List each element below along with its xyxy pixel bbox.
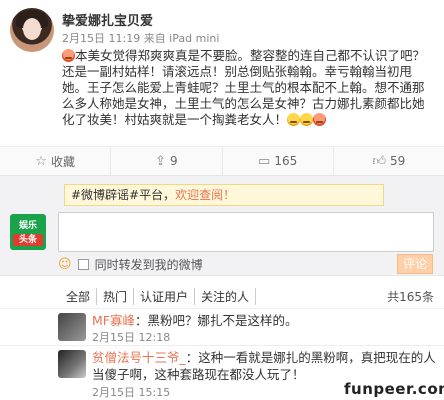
thumbs-up-icon: 👍︎: [372, 153, 387, 169]
post-content: 本美女觉得郑爽爽真是不要脸。整容整的连自己都不认识了吧？还是一副村姑样！请滚远点…: [62, 48, 434, 128]
commenter-name[interactable]: MF寡峰: [92, 313, 135, 328]
like-button[interactable]: 👍︎ 59: [334, 147, 444, 175]
filter-all[interactable]: 全部: [60, 287, 98, 305]
commenter-avatar[interactable]: [58, 350, 86, 378]
notice-text: #微博辟谣#平台，: [71, 188, 176, 202]
smiley-icon[interactable]: ☺: [58, 257, 72, 272]
brand-logo: 娱乐 头条: [10, 214, 46, 250]
comment-icon: ▭: [258, 153, 271, 169]
weibo-post: 挚爱娜扎宝贝爱 2月15日 11:19 来自 iPad mini 本美女觉得郑爽…: [0, 0, 444, 146]
comment-compose-area: #微博辟谣#平台，欢迎查阅！ 娱乐 头条 ☺ 同时转发到我的微博 评论: [0, 176, 444, 276]
like-count: 59: [390, 154, 406, 168]
comment-count: 165: [274, 154, 298, 168]
commenter-name[interactable]: 贫僧法号十三爷_: [92, 350, 186, 365]
user-avatar[interactable]: [10, 8, 54, 52]
repost-count: 9: [170, 154, 178, 168]
filter-hot[interactable]: 热门: [97, 287, 135, 305]
repost-button[interactable]: ⇪ 9: [111, 147, 223, 175]
comment-options: ☺ 同时转发到我的微博: [58, 256, 203, 273]
site-watermark: funpeer.com: [342, 380, 444, 398]
repost-checkbox[interactable]: [77, 259, 89, 270]
comment-body: MF寡峰：黑粉吧？娜扎不是这样的。: [92, 312, 436, 329]
angry-emoji-icon: [62, 49, 75, 62]
rumor-notice: #微博辟谣#平台，欢迎查阅！: [64, 184, 384, 206]
comment-time: 2月15日 15:15: [92, 386, 171, 399]
favorite-label: 收藏: [50, 154, 75, 169]
comment-filters: 全部 热门 认证用户 关注的人 共165条: [0, 285, 444, 307]
post-action-bar: ☆ 收藏 ⇪ 9 ▭ 165 👍︎ 59: [0, 146, 444, 176]
star-icon: ☆: [35, 153, 47, 169]
comment-text: ：黑粉吧？娜扎不是这样的。: [134, 313, 298, 328]
avatar-face: [23, 18, 41, 40]
brand-logo-top: 娱乐: [18, 221, 37, 231]
submit-comment-button[interactable]: 评论: [397, 254, 433, 274]
post-username[interactable]: 挚爱娜扎宝贝爱: [62, 10, 153, 29]
post-meta: 2月15日 11:19 来自 iPad mini: [62, 32, 220, 45]
post-text: 本美女觉得郑爽爽真是不要脸。整容整的连自己都不认识了吧？还是一副村姑样！请滚远点…: [62, 48, 426, 127]
notice-link[interactable]: 欢迎查阅！: [175, 188, 235, 202]
favorite-button[interactable]: ☆ 收藏: [0, 147, 112, 175]
comment-body: 贫僧法号十三爷_：这种一看就是娜扎的黑粉啊，真把现在的人当傻子啊，这种套路现在都…: [92, 349, 436, 383]
comment-total: 共165条: [387, 290, 434, 304]
comment-item: MF寡峰：黑粉吧？娜扎不是这样的。 2月15日 12:18: [0, 308, 444, 344]
repost-checkbox-label: 同时转发到我的微博: [94, 258, 203, 272]
angry-emoji-icon: [313, 113, 327, 126]
filter-verified[interactable]: 认证用户: [134, 287, 196, 305]
laugh-emoji-icon: [287, 113, 301, 126]
comment-input[interactable]: [58, 212, 434, 252]
comment-time: 2月15日 12:18: [92, 331, 171, 344]
commenter-avatar[interactable]: [58, 313, 86, 341]
filter-following[interactable]: 关注的人: [195, 287, 257, 305]
repost-icon: ⇪: [155, 153, 166, 169]
brand-logo-bottom: 头条: [13, 234, 43, 246]
comment-button[interactable]: ▭ 165: [223, 147, 334, 175]
laugh-emoji-icon: [300, 113, 314, 126]
